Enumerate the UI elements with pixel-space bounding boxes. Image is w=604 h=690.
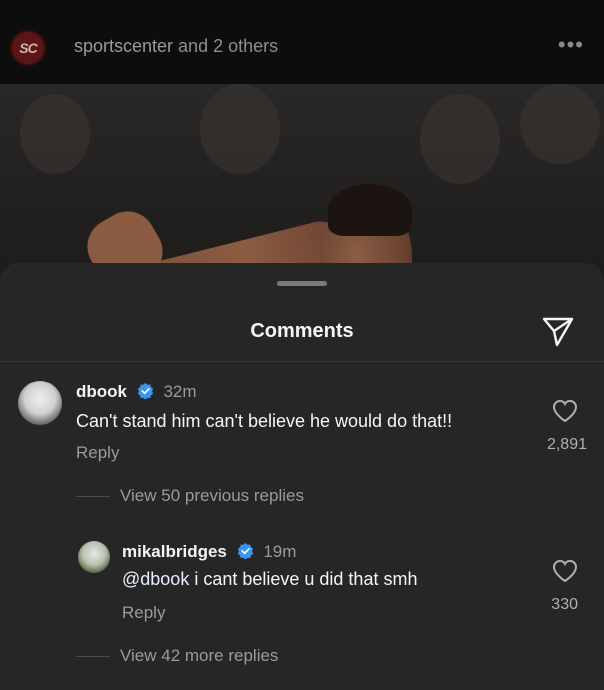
paper-plane-icon[interactable] bbox=[540, 313, 576, 349]
comments-sheet: Comments dbook 32m Can't stand him can't… bbox=[0, 263, 604, 690]
view-previous-label[interactable]: View 50 previous replies bbox=[120, 486, 304, 506]
crowd-figure bbox=[200, 84, 280, 174]
post-header: SC sportscenter and 2 others ••• bbox=[0, 0, 604, 84]
comment-username[interactable]: dbook bbox=[76, 382, 127, 401]
crowd-figure bbox=[520, 84, 600, 164]
player-hair bbox=[328, 184, 412, 236]
comment-body: i cant believe u did that smh bbox=[189, 569, 418, 589]
post-author[interactable]: sportscenter and 2 others bbox=[74, 36, 278, 57]
view-more-label[interactable]: View 42 more replies bbox=[120, 646, 278, 666]
like-count: 2,891 bbox=[546, 436, 587, 453]
thread-line bbox=[76, 655, 110, 657]
view-more-replies[interactable]: View 42 more replies bbox=[76, 646, 278, 666]
crowd-figure bbox=[420, 94, 500, 184]
avatar[interactable] bbox=[18, 381, 62, 425]
mention-link[interactable]: @dbook bbox=[122, 569, 189, 589]
heart-icon[interactable] bbox=[552, 559, 578, 583]
comment-time: 19m bbox=[263, 542, 297, 561]
verified-badge-icon bbox=[137, 382, 153, 399]
comment-header: mikalbridges 19m bbox=[122, 542, 296, 562]
sheet-title: Comments bbox=[250, 320, 354, 342]
verified-badge-icon bbox=[237, 542, 253, 559]
comment-time: 32m bbox=[163, 382, 197, 401]
reply-button[interactable]: Reply bbox=[122, 603, 165, 623]
post-image bbox=[0, 84, 604, 284]
like-count: 330 bbox=[551, 596, 578, 613]
comment-text: Can't stand him can't believe he would d… bbox=[76, 411, 453, 431]
comment-header: dbook 32m bbox=[76, 382, 197, 402]
post-author-suffix: and 2 others bbox=[173, 36, 279, 56]
heart-icon[interactable] bbox=[552, 399, 578, 423]
avatar[interactable] bbox=[78, 541, 110, 573]
more-dots-icon[interactable]: ••• bbox=[558, 32, 584, 58]
comment-text: @dbook i cant believe u did that smh bbox=[122, 569, 417, 590]
reply-button[interactable]: Reply bbox=[76, 443, 119, 463]
crowd-figure bbox=[20, 94, 90, 174]
post-author-name[interactable]: sportscenter bbox=[74, 36, 173, 56]
thread-line bbox=[76, 495, 110, 497]
sheet-grab-handle[interactable] bbox=[277, 281, 327, 286]
sportscenter-avatar[interactable]: SC bbox=[10, 30, 46, 66]
comment-username[interactable]: mikalbridges bbox=[122, 542, 227, 561]
view-previous-replies[interactable]: View 50 previous replies bbox=[76, 486, 304, 506]
sheet-divider bbox=[0, 361, 604, 362]
